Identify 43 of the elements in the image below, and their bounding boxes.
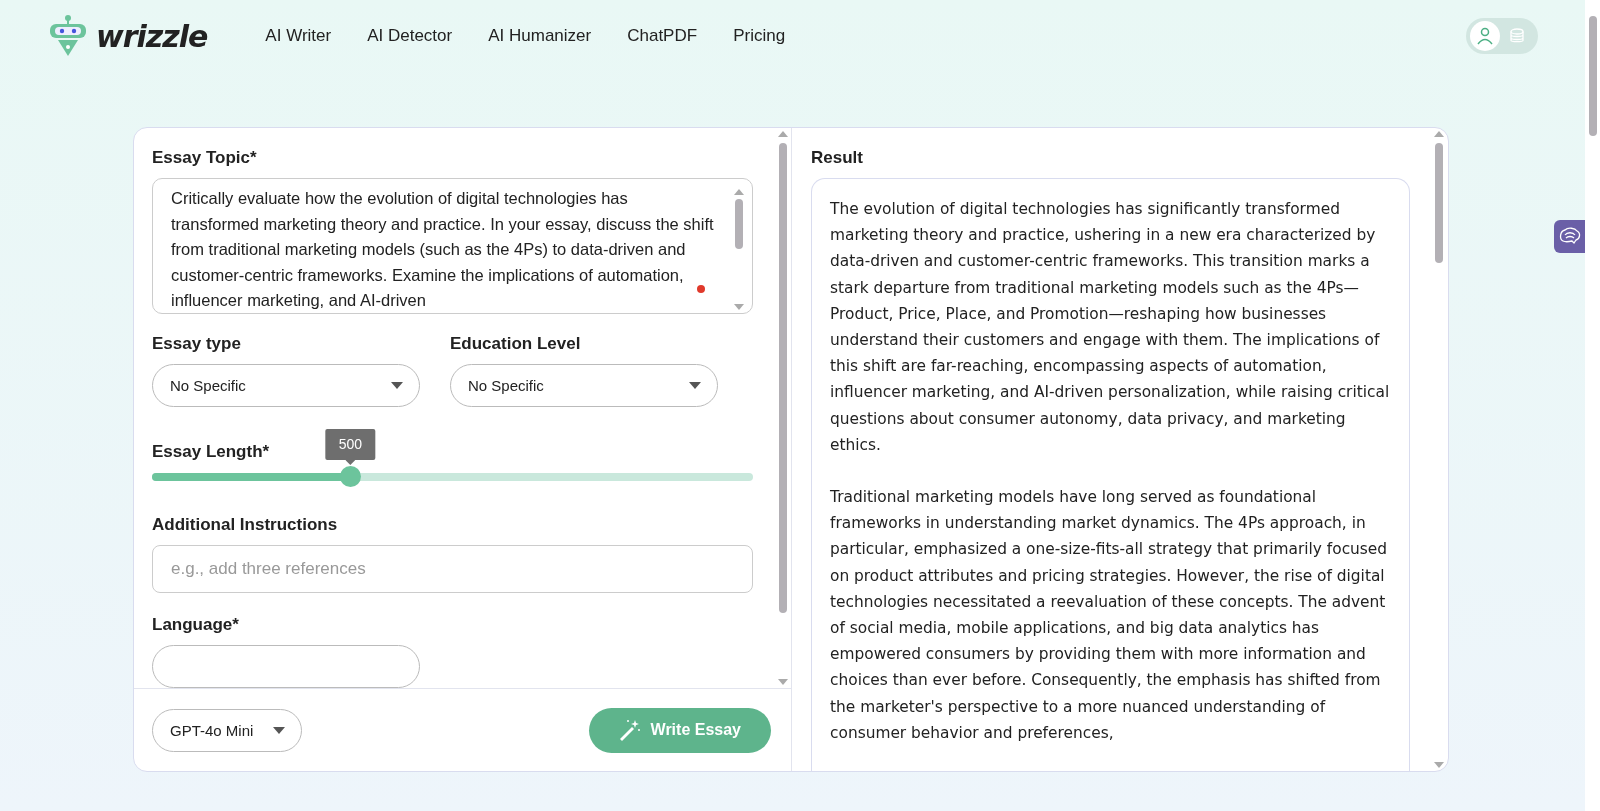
tooltip-pointer-icon (345, 460, 356, 466)
field-label: Essay Topic* (152, 148, 258, 168)
language-select[interactable] (152, 645, 420, 688)
model-select[interactable]: GPT-4o Mini (152, 708, 302, 752)
scroll-down-icon[interactable] (734, 304, 744, 311)
length-slider[interactable] (152, 465, 753, 485)
scrollbar-thumb[interactable] (1588, 16, 1597, 136)
education-level-select[interactable]: No Specific (450, 364, 718, 408)
field-label: Education Level (450, 334, 582, 355)
caret-icon (391, 382, 403, 390)
result-paragraph: Traditional marketing models have long served as foundational frameworks in understanding market dynamics. The 4Ps approach, in particular, emphasized a one-size-fits-all strategy that primarily focused on product attributes and pricing strategies. However, the rise of digital technologies necessitated a reevaluation of these concepts. The advent of social media, mobile applications, and big data analytics has empowered consumers by providing them with more information and choices than ever before. Consequently, the emphasis has shifted from the marketer's perspective to a more nuanced understanding of consumer behavior and preferences, (830, 487, 1389, 744)
nav-link[interactable]: ChatPDF (609, 26, 716, 46)
nav-link[interactable]: Pricing (715, 26, 804, 46)
scroll-down-icon[interactable] (1434, 762, 1444, 768)
essay-type-select[interactable]: No Specific (152, 364, 420, 408)
scroll-down-icon[interactable] (778, 679, 788, 685)
field-label: Essay Length* (152, 441, 270, 462)
field-label: Essay type (152, 334, 242, 355)
dot-icon (697, 285, 705, 293)
user-icon (1476, 27, 1494, 45)
field-label: Language* (152, 615, 240, 635)
nav-link[interactable]: AI Humanizer (470, 26, 610, 46)
scroll-up-icon[interactable] (1434, 131, 1444, 137)
scrollbar-thumb[interactable] (779, 143, 787, 613)
scrollbar-thumb[interactable] (735, 199, 743, 249)
instructions-field[interactable]: e.g., add three references (152, 544, 753, 593)
coins-icon (1509, 28, 1525, 44)
result-label: Result (811, 148, 864, 168)
toggle-option[interactable] (1470, 21, 1500, 51)
nav-link[interactable]: AI Writer (247, 26, 350, 46)
result-paragraph: The evolution of digital technologies has significantly transformed marketing theory and practice, ushering in a new era characterized by data-driven and customer-centric frameworks. This transition marks a stark departure from traditional marketing models such as the 4Ps—Product, Price, Place, and Promotion—reshaping how businesses understand their customers and engage with them. The implications of this shift are far-reaching, encompassing aspects of automation, influencer marketing, and AI-driven personalization, while raising critical questions about consumer autonomy, data privacy, and marketing ethics. (830, 199, 1391, 456)
caret-icon (273, 726, 285, 734)
caret-icon (689, 382, 701, 390)
scroll-up-icon[interactable] (778, 131, 788, 137)
page-scrollbar[interactable] (1585, 0, 1600, 811)
scrollbar-thumb[interactable] (1435, 143, 1443, 263)
scroll-up-icon[interactable] (734, 189, 744, 195)
nav-link[interactable]: AI Detector (349, 26, 471, 46)
topic-textarea[interactable]: Critically evaluate how the evolution of digital technologies has transformed marketing theory and practice. In your essay, discuss the shift from traditional marketing models (such as the 4Ps) to data-driven and customer-centric frameworks. Examine the implications of automation, influencer marketing, and AI-driven (152, 178, 753, 315)
field-label: Additional Instructions (152, 514, 339, 535)
value-tooltip: 500 (325, 429, 375, 461)
logo-text[interactable]: wrizzle (96, 18, 208, 54)
account-toggle[interactable] (1466, 18, 1538, 54)
